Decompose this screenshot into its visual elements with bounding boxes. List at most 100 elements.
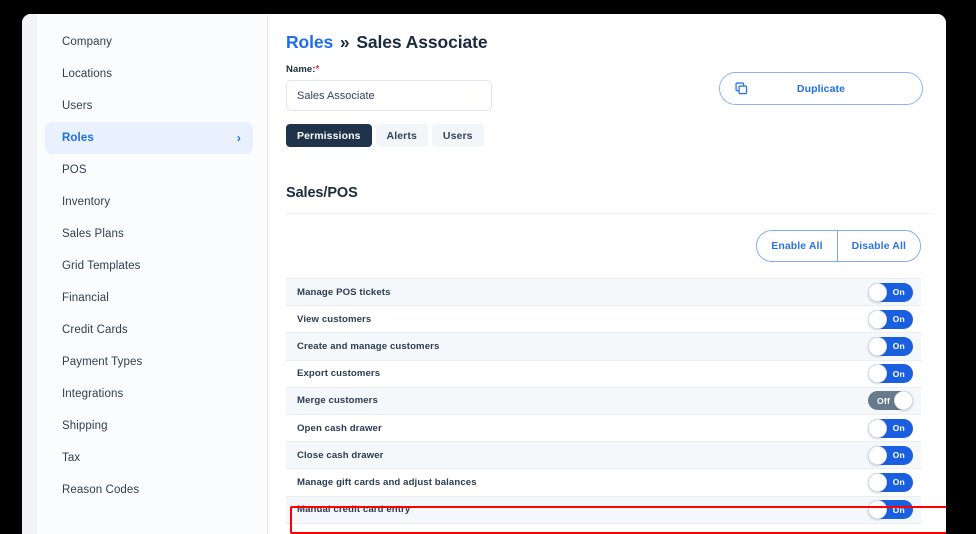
toggle-knob <box>894 391 913 410</box>
permission-label: Manual credit card entry <box>297 504 868 515</box>
permission-row: Manual credit card entry On <box>286 497 921 524</box>
permission-toggle[interactable]: On <box>868 364 913 383</box>
sidebar-item-locations[interactable]: Locations <box>45 58 253 90</box>
permission-label: Close cash drawer <box>297 450 868 461</box>
permissions-list: Manage POS ticketsOnView customersOnCrea… <box>286 278 921 524</box>
toggle-state-label: On <box>893 505 905 515</box>
toggle-knob <box>868 473 887 492</box>
breadcrumb-current: Sales Associate <box>356 32 487 52</box>
settings-sidebar: Company Locations Users Roles› POS Inventory S… <box>22 14 268 534</box>
sidebar-item-label: Tax <box>62 452 241 464</box>
sidebar-item-label: Financial <box>62 292 241 304</box>
permission-label: Create and manage customers <box>297 341 868 352</box>
sidebar-item-credit-cards[interactable]: Credit Cards <box>45 314 253 346</box>
toggle-knob <box>868 500 887 519</box>
disable-all-button[interactable]: Disable All <box>837 231 920 261</box>
sidebar-item-tax[interactable]: Tax <box>45 442 253 474</box>
app-window: CompanyLocationsUsersRoles›POSInventoryS… <box>22 14 946 534</box>
permission-row: Export customers On <box>286 361 921 388</box>
name-and-actions-row: Name:* Duplicate <box>286 64 932 111</box>
sidebar-item-payment-types[interactable]: Payment Types <box>45 346 253 378</box>
permission-toggle[interactable]: On <box>868 419 913 438</box>
sidebar-item-integrations[interactable]: Integrations <box>45 378 253 410</box>
permission-label: Manage POS tickets <box>297 287 868 298</box>
enable-all-button[interactable]: Enable All <box>757 231 836 261</box>
sidebar-item-label: POS <box>62 164 241 176</box>
permission-toggle[interactable]: Off <box>868 391 913 410</box>
sidebar-item-users[interactable]: Users <box>45 90 253 122</box>
permission-row: Merge customersOff <box>286 388 921 415</box>
sidebar-item-label: Company <box>62 36 241 48</box>
duplicate-button[interactable]: Duplicate <box>719 72 923 105</box>
toggle-state-label: On <box>893 314 905 324</box>
name-label-text: Name: <box>286 64 316 75</box>
sidebar-item-grid-templates[interactable]: Grid Templates <box>45 250 253 282</box>
sidebar-item-label: Reason Codes <box>62 484 241 496</box>
permission-row: Manage POS tickets On <box>286 279 921 306</box>
sidebar-item-company[interactable]: Company <box>45 26 253 58</box>
breadcrumb-parent-link[interactable]: Roles <box>286 32 333 52</box>
breadcrumb-separator: » <box>340 32 350 52</box>
duplicate-button-label: Duplicate <box>720 83 922 95</box>
toggle-knob <box>868 419 887 438</box>
sidebar-item-roles[interactable]: Roles› <box>45 122 253 154</box>
sidebar-item-label: Credit Cards <box>62 324 241 336</box>
toggle-state-label: On <box>893 287 905 297</box>
section-title: Sales/POS <box>286 185 932 214</box>
permission-label: Manage gift cards and adjust balances <box>297 477 868 488</box>
chevron-right-icon: › <box>237 132 241 144</box>
permission-row: View customers On <box>286 306 921 333</box>
tab-users[interactable]: Users <box>432 124 484 147</box>
sidebar-item-pos[interactable]: POS <box>45 154 253 186</box>
sidebar-item-label: Users <box>62 100 241 112</box>
permission-toggle[interactable]: On <box>868 283 913 302</box>
sidebar-item-sales-plans[interactable]: Sales Plans <box>45 218 253 250</box>
permission-row: Open cash drawerOn <box>286 415 921 442</box>
bulk-actions-row: Enable All Disable All <box>286 230 932 262</box>
permission-label: Merge customers <box>297 395 868 406</box>
tab-bar: PermissionsAlertsUsers <box>286 124 932 147</box>
sidebar-item-label: Sales Plans <box>62 228 241 240</box>
permission-row: Close cash drawer On <box>286 442 921 469</box>
permission-toggle[interactable]: On <box>868 473 913 492</box>
bulk-actions-group: Enable All Disable All <box>756 230 921 262</box>
sidebar-item-financial[interactable]: Financial <box>45 282 253 314</box>
sidebar-item-reason-codes[interactable]: Reason Codes <box>45 474 253 506</box>
permission-row: Manage gift cards and adjust balances On <box>286 469 921 496</box>
sidebar-item-label: Locations <box>62 68 241 80</box>
permission-label: View customers <box>297 314 868 325</box>
tab-permissions[interactable]: Permissions <box>286 124 372 147</box>
sidebar-item-shipping[interactable]: Shipping <box>45 410 253 442</box>
sidebar-item-label: Shipping <box>62 420 241 432</box>
toggle-state-label: On <box>893 477 905 487</box>
toggle-knob <box>868 446 887 465</box>
permission-row: Create and manage customers On <box>286 333 921 360</box>
sidebar-rail <box>22 14 37 534</box>
toggle-knob <box>868 364 887 383</box>
required-asterisk: * <box>316 64 320 75</box>
breadcrumb: Roles » Sales Associate <box>286 32 932 53</box>
sidebar-nav-list: Company Locations Users Roles› POS Inventory S… <box>22 26 267 506</box>
copy-icon <box>734 81 749 96</box>
sidebar-item-label: Payment Types <box>62 356 241 368</box>
permission-toggle[interactable]: On <box>868 337 913 356</box>
toggle-state-label: On <box>893 341 905 351</box>
toggle-knob <box>868 310 887 329</box>
toggle-knob <box>868 283 887 302</box>
sidebar-item-inventory[interactable]: Inventory <box>45 186 253 218</box>
permission-label: Open cash drawer <box>297 423 868 434</box>
role-name-input[interactable] <box>286 80 492 111</box>
permission-toggle[interactable]: On <box>868 446 913 465</box>
tab-alerts[interactable]: Alerts <box>376 124 428 147</box>
permission-toggle[interactable]: On <box>868 500 913 519</box>
sidebar-item-label: Integrations <box>62 388 241 400</box>
sidebar-item-label: Inventory <box>62 196 241 208</box>
name-field-label: Name:* <box>286 64 492 75</box>
toggle-knob <box>868 337 887 356</box>
permission-label: Export customers <box>297 368 868 379</box>
toggle-state-label: On <box>893 369 905 379</box>
name-field-block: Name:* <box>286 64 492 111</box>
toggle-state-label: On <box>893 450 905 460</box>
sidebar-item-label: Roles <box>62 132 237 144</box>
permission-toggle[interactable]: On <box>868 310 913 329</box>
